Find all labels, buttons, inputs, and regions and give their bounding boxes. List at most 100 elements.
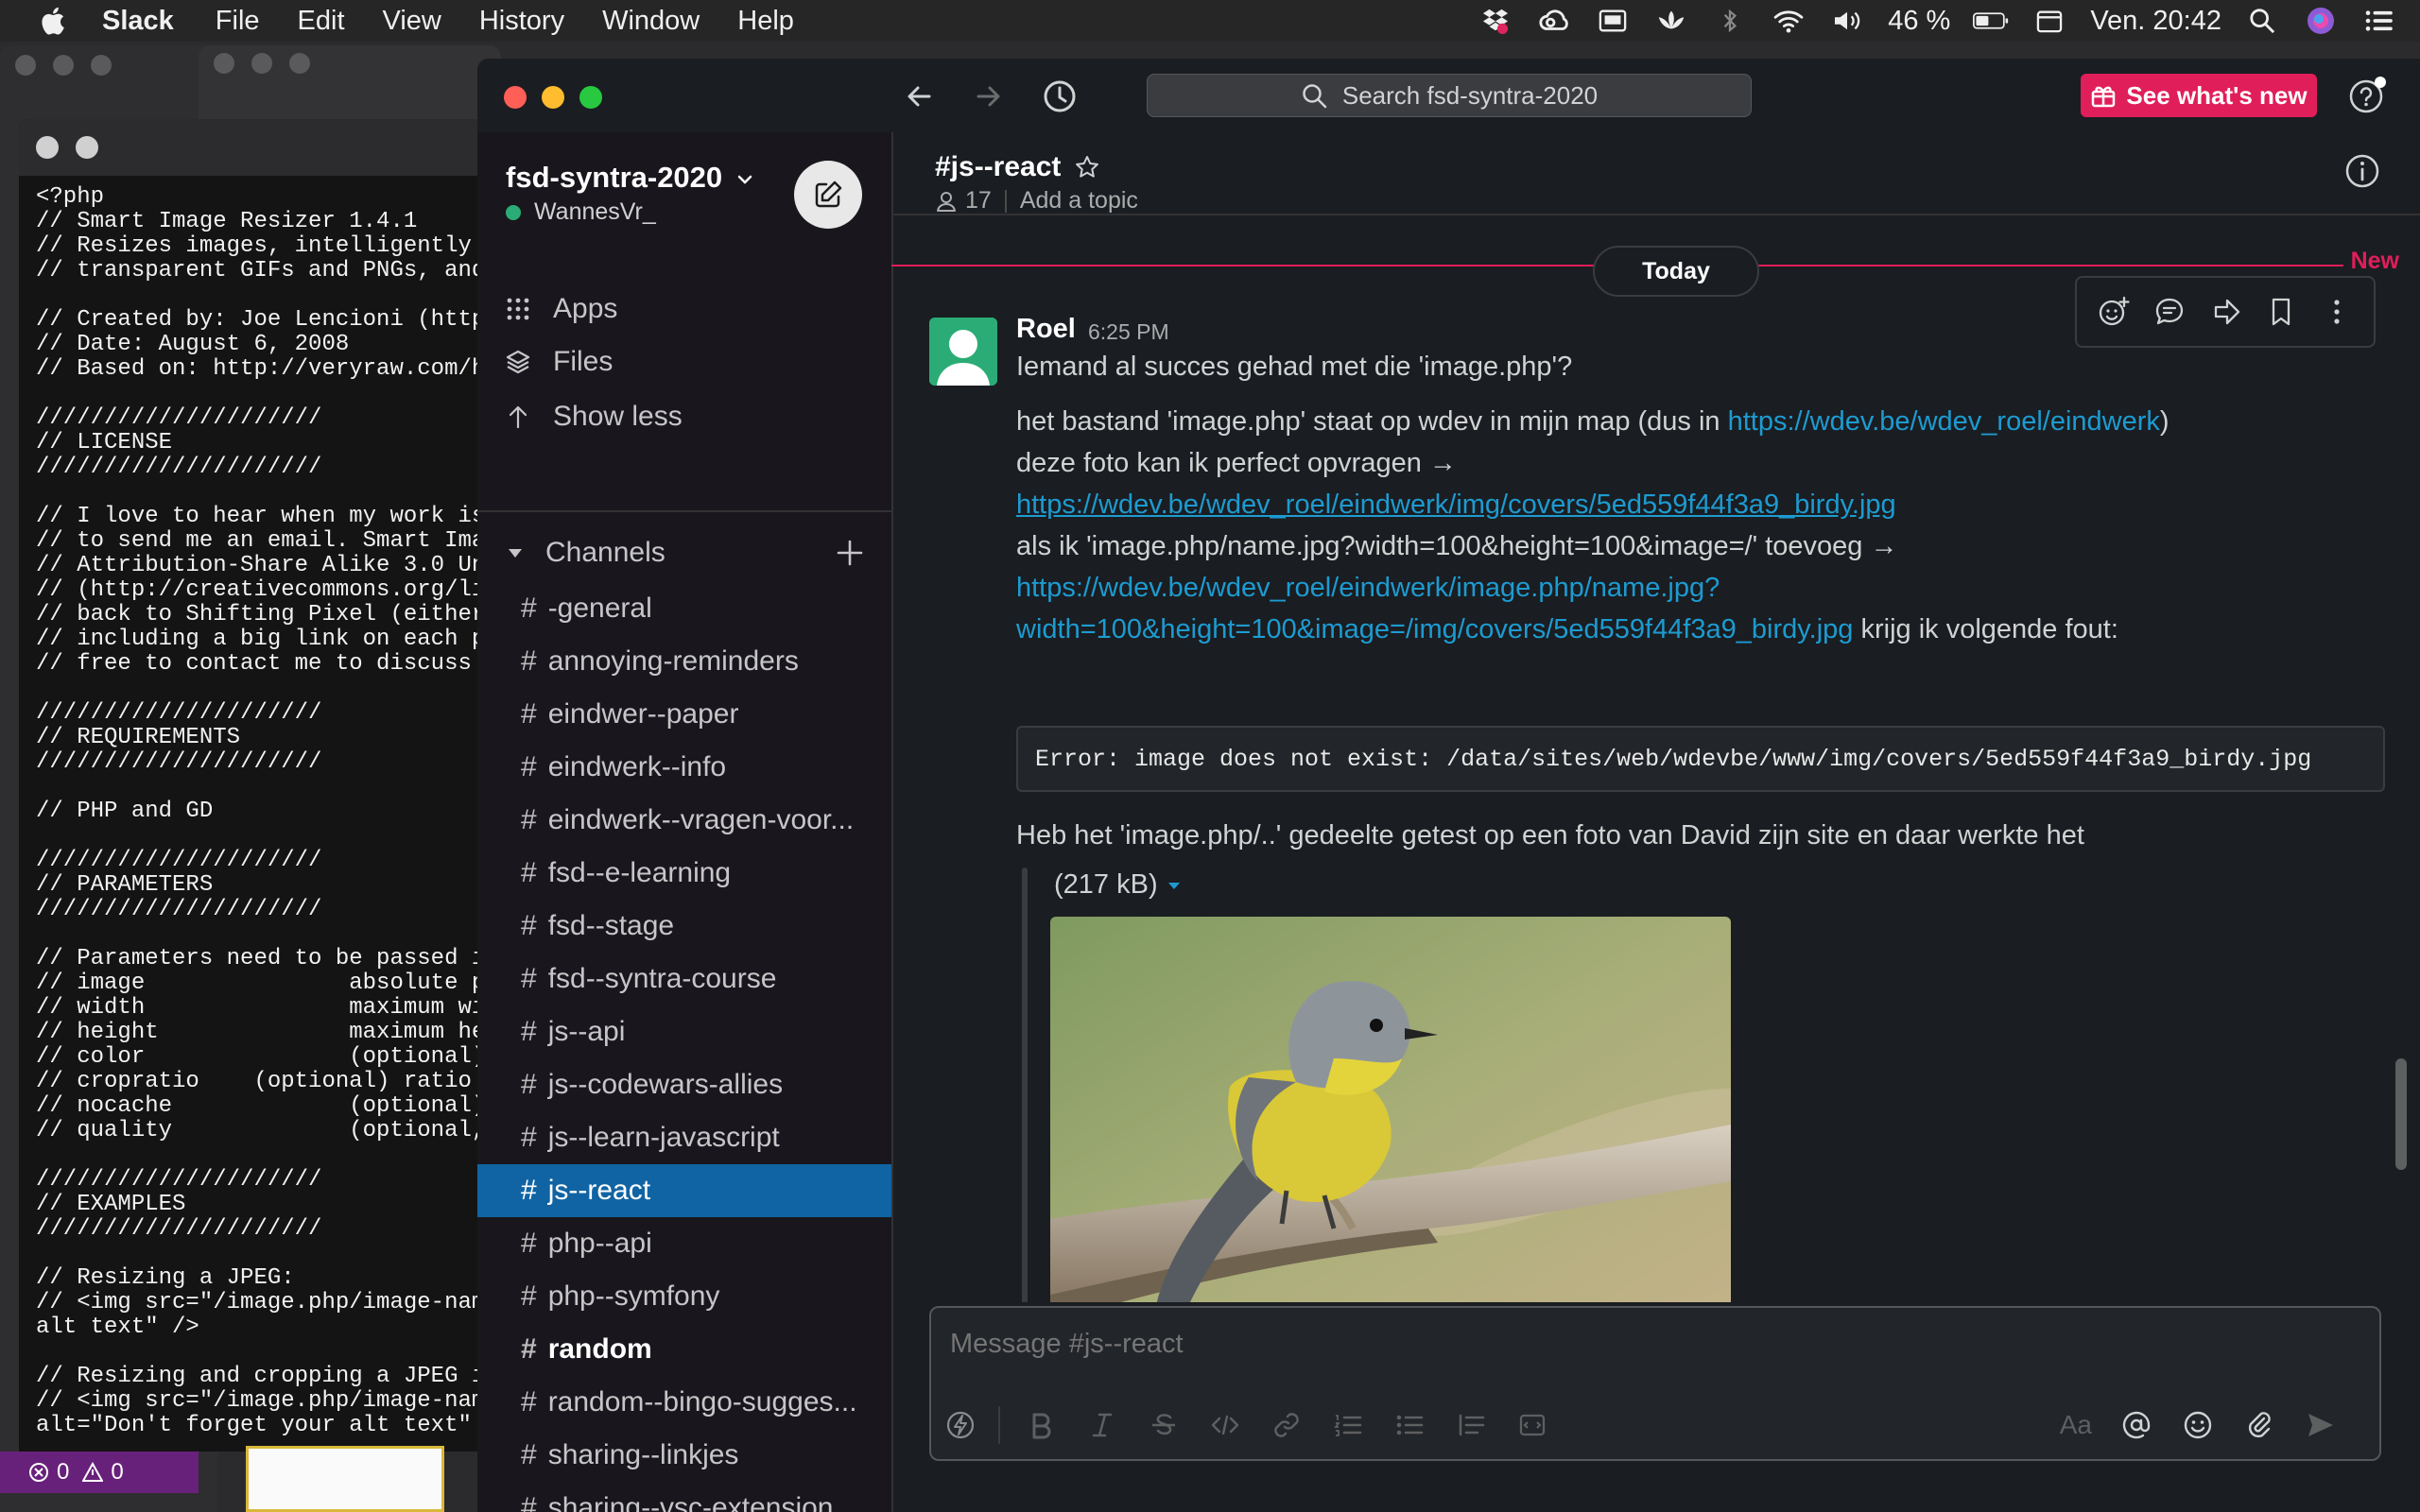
reply-thread-icon[interactable] [2152, 295, 2187, 329]
volume-icon[interactable] [1829, 7, 1865, 35]
sidebar-channel-item[interactable]: # js--react [477, 1164, 891, 1217]
message-sender[interactable]: Roel [1016, 314, 1076, 345]
editor-close-icon[interactable] [36, 136, 59, 159]
message-scrollbar-thumb[interactable] [2395, 1058, 2407, 1170]
more-actions-icon[interactable] [2320, 295, 2354, 329]
menubar-clock[interactable]: Ven. 20:42 [2090, 6, 2221, 37]
channels-section-header[interactable]: Channels [506, 537, 865, 569]
message-link[interactable]: width=100&height=100&image=/img/covers/5… [1016, 614, 1853, 644]
send-icon[interactable] [2305, 1409, 2337, 1441]
menu-app-name[interactable]: Slack [102, 6, 174, 37]
sidebar-channel-item[interactable]: # annoying-reminders [477, 635, 891, 688]
sidebar-channel-item[interactable]: # fsd--e-learning [477, 847, 891, 900]
member-count[interactable]: 17 [965, 187, 992, 215]
history-clock-icon[interactable] [1041, 77, 1079, 115]
sidebar-channel-item[interactable]: # js--learn-javascript [477, 1111, 891, 1164]
compose-new-message-button[interactable] [794, 161, 862, 229]
sidebar-channel-item[interactable]: # eindwerk--info [477, 741, 891, 794]
channel-hash-icon: # [521, 1492, 537, 1512]
sidebar-channel-item[interactable]: # random--bingo-sugges... [477, 1376, 891, 1429]
php-source-code[interactable]: <?php // Smart Image Resizer 1.4.1 // Re… [19, 176, 492, 1438]
menu-window[interactable]: Window [602, 6, 700, 37]
sidebar-channel-item[interactable]: # fsd--syntra-course [477, 953, 891, 1005]
attached-bird-photo[interactable] [1050, 917, 1731, 1302]
calendar-icon[interactable] [2031, 7, 2067, 35]
shortcuts-lightning-icon[interactable] [944, 1409, 977, 1441]
message-link[interactable]: https://wdev.be/wdev_roel/eindwerk/img/c… [1016, 490, 1896, 521]
editor-status-bar[interactable]: 0 0 [0, 1452, 199, 1493]
code-block[interactable]: Error: image does not exist: /data/sites… [1016, 726, 2385, 792]
channel-info-icon[interactable] [2342, 151, 2382, 191]
member-person-icon[interactable] [935, 190, 958, 213]
strikethrough-icon[interactable] [1148, 1409, 1180, 1441]
lotus-icon[interactable] [1653, 7, 1689, 35]
sidebar-channel-item[interactable]: # eindwer--paper [477, 688, 891, 741]
sidebar-channel-item[interactable]: # sharing--vsc-extension [477, 1482, 891, 1512]
sidebar-link-apps[interactable]: Apps [506, 293, 617, 325]
channel-title[interactable]: #js--react [935, 151, 1100, 183]
apple-logo-icon[interactable] [38, 5, 66, 37]
menu-edit[interactable]: Edit [298, 6, 345, 37]
italic-icon[interactable] [1086, 1409, 1118, 1441]
window-list-icon[interactable] [1595, 7, 1631, 35]
mention-at-icon[interactable] [2120, 1409, 2152, 1441]
wifi-icon[interactable] [1771, 7, 1806, 35]
sidebar-channel-item[interactable]: # -general [477, 582, 891, 635]
avatar[interactable] [929, 318, 997, 386]
message-link[interactable]: https://wdev.be/wdev_roel/eindwerk/image… [1016, 573, 1720, 604]
message-input[interactable] [950, 1329, 2273, 1360]
sidebar-channel-item[interactable]: # sharing--linkjes [477, 1429, 891, 1482]
code-icon[interactable] [1209, 1409, 1241, 1441]
add-channel-plus-icon[interactable] [835, 538, 865, 568]
siri-icon[interactable] [2303, 7, 2339, 35]
sidebar-channel-item[interactable]: # js--api [477, 1005, 891, 1058]
menu-history[interactable]: History [479, 6, 564, 37]
link-icon[interactable] [1270, 1409, 1303, 1441]
share-forward-icon[interactable] [2208, 295, 2242, 329]
battery-icon[interactable] [1973, 7, 2009, 35]
attachment-file-size[interactable]: (217 kB) [1054, 869, 1183, 901]
code-block-icon[interactable] [1516, 1409, 1548, 1441]
blockquote-icon[interactable] [1455, 1409, 1487, 1441]
menu-file[interactable]: File [216, 6, 260, 37]
sidebar-channel-item[interactable]: # random [477, 1323, 891, 1376]
see-whats-new-button[interactable]: See what's new [2081, 74, 2317, 117]
message-link[interactable]: https://wdev.be/wdev_roel/eindwerk [1728, 406, 2160, 437]
sidebar-channel-item[interactable]: # php--symfony [477, 1270, 891, 1323]
numbered-list-icon[interactable] [1332, 1409, 1364, 1441]
forward-arrow-icon[interactable] [969, 77, 1007, 115]
sidebar-link-show-less[interactable]: Show less [506, 401, 683, 433]
window-close-button[interactable] [504, 86, 527, 109]
attachment-paperclip-icon[interactable] [2243, 1409, 2275, 1441]
help-question-icon[interactable] [2347, 76, 2387, 115]
bulleted-list-icon[interactable] [1393, 1409, 1426, 1441]
bold-icon[interactable] [1025, 1409, 1057, 1441]
menu-help[interactable]: Help [737, 6, 794, 37]
date-divider-pill[interactable]: Today [1593, 246, 1759, 297]
notification-center-icon[interactable] [2361, 7, 2397, 35]
sidebar-link-files[interactable]: Files [506, 346, 613, 378]
star-icon[interactable] [1074, 154, 1100, 180]
add-reaction-icon[interactable] [2097, 295, 2131, 329]
workspace-name[interactable]: fsd-syntra-2020 [506, 161, 753, 195]
current-user[interactable]: WannesVr_ [506, 198, 656, 226]
sidebar-channel-item[interactable]: # php--api [477, 1217, 891, 1270]
menu-view[interactable]: View [383, 6, 441, 37]
window-zoom-button[interactable] [579, 86, 602, 109]
window-minimize-button[interactable] [542, 86, 564, 109]
bluetooth-icon[interactable] [1712, 7, 1748, 35]
spotlight-search-icon[interactable] [2244, 7, 2280, 35]
message-timestamp[interactable]: 6:25 PM [1088, 319, 1169, 345]
editor-stop-icon[interactable] [76, 136, 98, 159]
formatting-toggle[interactable]: Aa [2060, 1410, 2092, 1440]
search-input[interactable]: Search fsd-syntra-2020 [1147, 74, 1752, 117]
sidebar-channel-item[interactable]: # js--codewars-allies [477, 1058, 891, 1111]
dropbox-icon[interactable] [1478, 7, 1513, 35]
sidebar-channel-item[interactable]: # eindwerk--vragen-voor... [477, 794, 891, 847]
bookmark-icon[interactable] [2264, 295, 2298, 329]
creative-cloud-icon[interactable] [1536, 7, 1572, 35]
add-topic-link[interactable]: Add a topic [1020, 187, 1138, 215]
sidebar-channel-item[interactable]: # fsd--stage [477, 900, 891, 953]
back-arrow-icon[interactable] [901, 77, 939, 115]
emoji-icon[interactable] [2182, 1409, 2214, 1441]
